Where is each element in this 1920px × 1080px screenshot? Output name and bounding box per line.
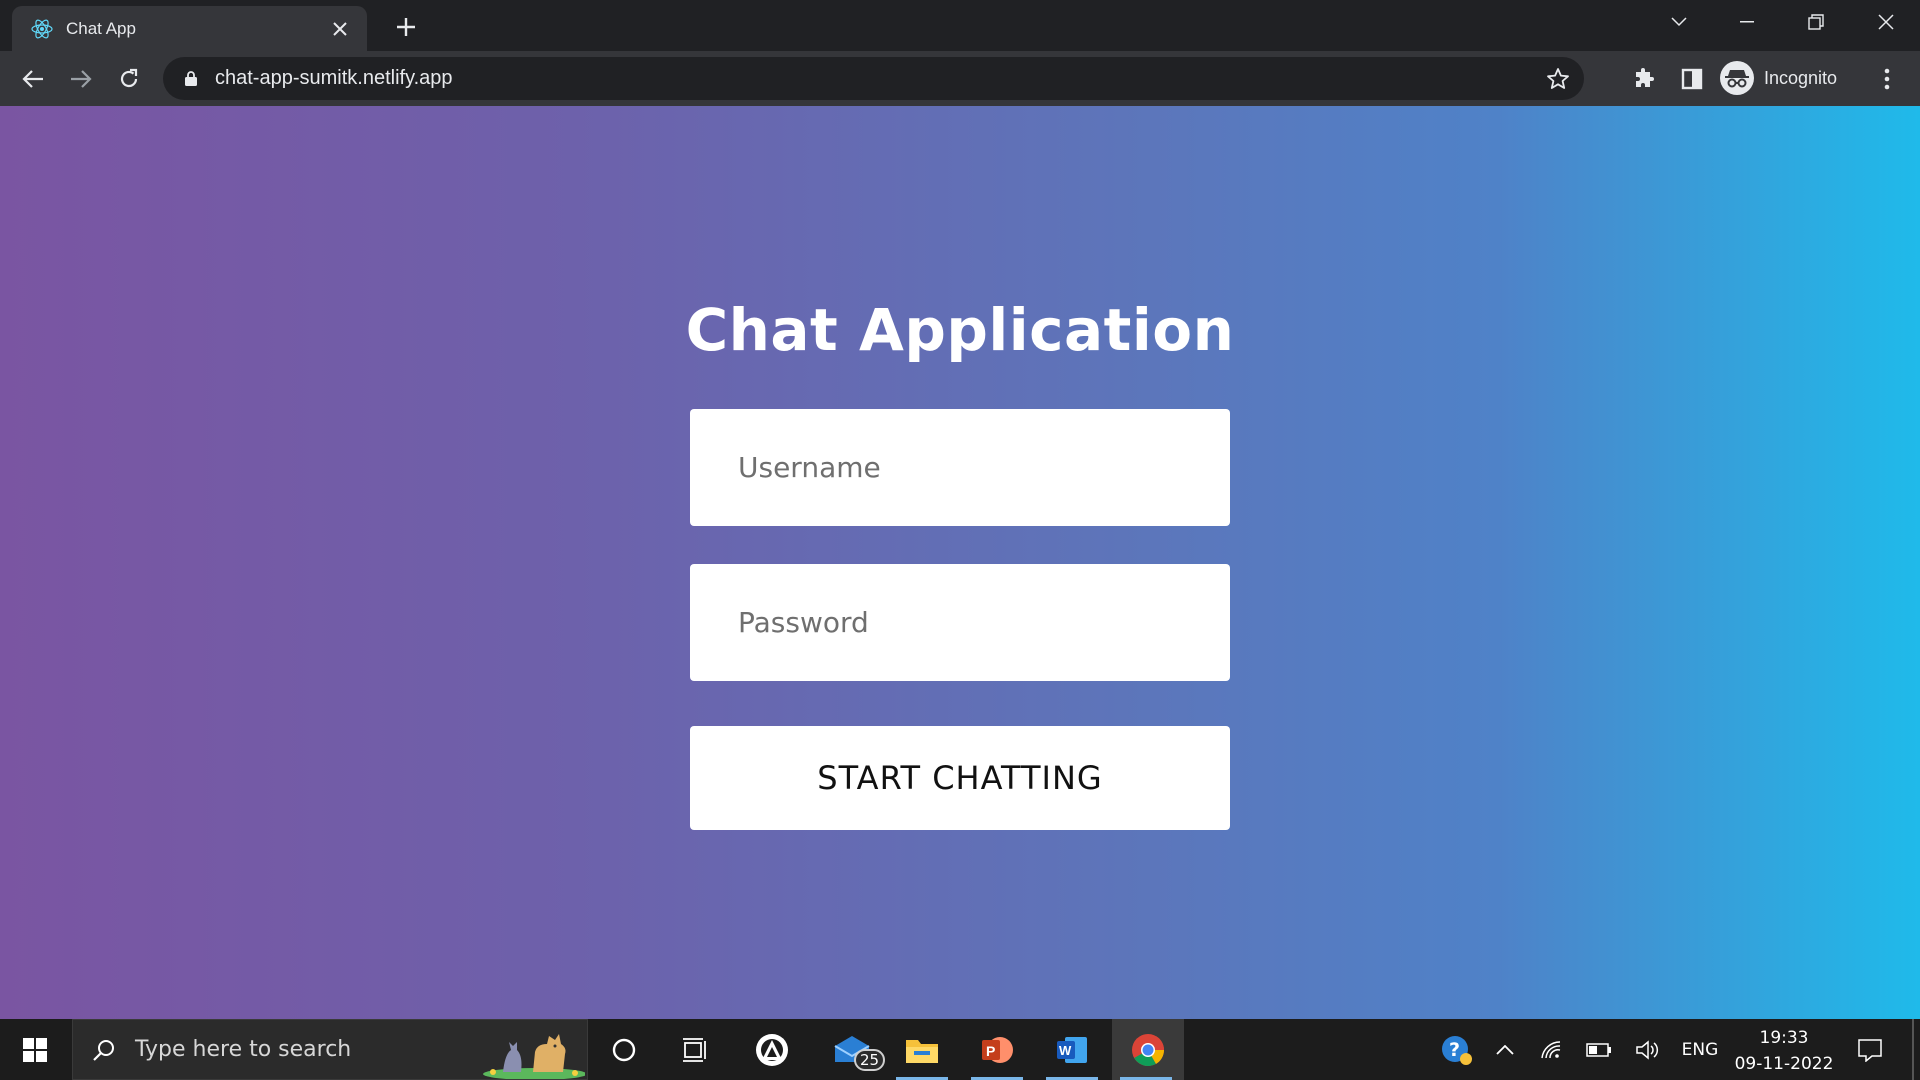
network-icon[interactable] — [1532, 1019, 1572, 1080]
task-view-icon[interactable] — [662, 1019, 730, 1080]
incognito-label: Incognito — [1764, 67, 1838, 88]
incognito-profile-button[interactable]: Incognito — [1720, 58, 1837, 98]
react-icon — [30, 17, 54, 41]
url-text: chat-app-sumitk.netlify.app — [215, 67, 453, 89]
battery-icon[interactable] — [1578, 1019, 1620, 1080]
powerpoint-icon[interactable]: P — [963, 1019, 1031, 1080]
close-tab-icon[interactable] — [327, 16, 353, 42]
browser-tab[interactable]: Chat App — [12, 6, 367, 51]
taskbar-clock[interactable]: 19:33 09-11-2022 — [1730, 1025, 1838, 1077]
reload-icon[interactable] — [109, 59, 149, 99]
search-icon — [89, 1035, 119, 1065]
show-hidden-icons-chevron-icon[interactable] — [1484, 1019, 1526, 1080]
volume-icon[interactable] — [1626, 1019, 1668, 1080]
taskbar-search-box[interactable]: Type here to search — [72, 1019, 588, 1080]
chrome-icon[interactable] — [1112, 1019, 1184, 1080]
new-tab-button[interactable] — [390, 11, 422, 43]
windows-start-icon[interactable] — [0, 1019, 70, 1080]
browser-tab-strip: Chat App — [0, 0, 1920, 51]
restore-icon[interactable] — [1782, 0, 1850, 44]
help-notification-icon[interactable]: ? — [1436, 1019, 1478, 1080]
cortana-circle-icon[interactable] — [590, 1019, 658, 1080]
windows-taskbar: Type here to search 25 P W ? ENG 19:33 0… — [0, 1019, 1920, 1080]
tab-search-chevron-icon[interactable] — [1645, 0, 1713, 44]
start-chatting-button[interactable]: START CHATTING — [690, 726, 1230, 830]
show-desktop-strip[interactable] — [1912, 1019, 1914, 1080]
browser-toolbar: chat-app-sumitk.netlify.app Incognito — [0, 51, 1920, 106]
clock-date: 09-11-2022 — [1734, 1054, 1834, 1074]
clock-time: 19:33 — [1759, 1028, 1809, 1048]
bookmark-star-icon[interactable] — [1546, 67, 1570, 91]
search-placeholder: Type here to search — [135, 1037, 352, 1062]
svg-text:W: W — [1059, 1043, 1072, 1058]
password-input[interactable] — [690, 564, 1230, 681]
notification-center-icon[interactable] — [1850, 1019, 1890, 1080]
more-options-icon[interactable] — [1871, 63, 1903, 95]
word-icon[interactable]: W — [1038, 1019, 1106, 1080]
address-bar[interactable]: chat-app-sumitk.netlify.app — [163, 57, 1584, 100]
search-highlight-illustration — [475, 1022, 587, 1080]
back-arrow-icon[interactable] — [13, 59, 53, 99]
extensions-puzzle-icon[interactable] — [1628, 63, 1660, 95]
svg-text:?: ? — [1449, 1039, 1460, 1061]
username-input[interactable] — [690, 409, 1230, 526]
minimize-icon[interactable] — [1713, 0, 1781, 44]
mail-count-badge: 25 — [854, 1049, 886, 1071]
side-panel-icon[interactable] — [1676, 63, 1708, 95]
login-page: Chat Application START CHATTING — [0, 106, 1920, 1019]
lock-icon[interactable] — [181, 69, 201, 89]
app-circle-logo-icon[interactable] — [738, 1019, 806, 1080]
forward-arrow-icon[interactable] — [61, 59, 101, 99]
svg-text:P: P — [986, 1043, 995, 1059]
language-indicator[interactable]: ENG — [1674, 1019, 1726, 1080]
close-window-icon[interactable] — [1852, 0, 1920, 44]
page-title: Chat Application — [685, 296, 1235, 364]
file-explorer-icon[interactable] — [888, 1019, 956, 1080]
tab-title: Chat App — [66, 18, 136, 38]
mail-icon[interactable]: 25 — [818, 1019, 886, 1080]
incognito-icon — [1720, 61, 1754, 95]
